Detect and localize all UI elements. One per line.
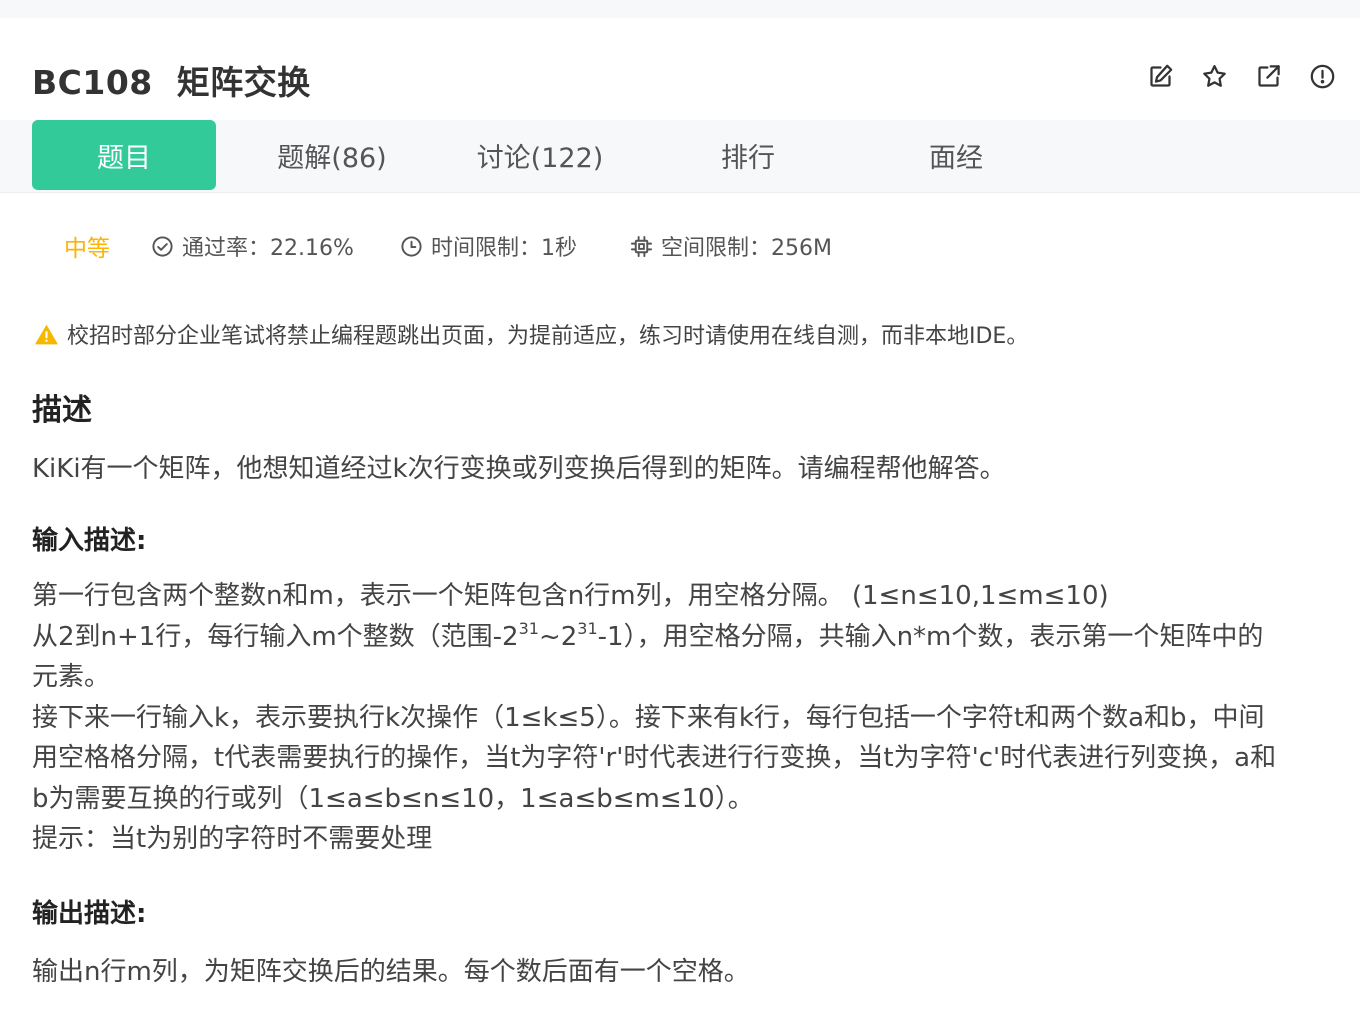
- output-text: 输出n行m列，为矩阵交换后的结果。每个数后面有一个空格。: [32, 957, 750, 987]
- input-line-2-part-a: 从2到n+1行，每行输入m个整数（范围-2: [32, 621, 519, 652]
- input-line-7: 提示：当t为别的字符时不需要处理: [32, 824, 433, 854]
- input-line-2-part-b: ~2: [538, 621, 578, 652]
- tab-bar: 题目 题解(86) 讨论(122) 排行 面经: [0, 120, 1360, 193]
- edit-icon: [1149, 64, 1172, 87]
- description-text: KiKi有一个矩阵，他想知道经过k次行变换或列变换后得到的矩阵。请编程帮他解答。: [32, 454, 1006, 484]
- exam-notice: 校招时部分企业笔试将禁止编程题跳出页面，为提前适应，练习时请使用在线自测，而非本…: [34, 316, 1028, 352]
- alert-circle-icon: [1310, 64, 1334, 88]
- input-line-4: 接下来一行输入k，表示要执行k次操作（1≤k≤5）。接下来有k行，每行包括一个字…: [32, 702, 1265, 733]
- difficulty-badge: 中等: [64, 236, 110, 262]
- check-circle-icon: [152, 235, 173, 257]
- tab-interview[interactable]: 面经: [864, 120, 1048, 190]
- notice-text: 校招时部分企业笔试将禁止编程题跳出页面，为提前适应，练习时请使用在线自测，而非本…: [67, 324, 1029, 349]
- input-description: 第一行包含两个整数n和m，表示一个矩阵包含n行m列，用空格分隔。 (1≤n≤10…: [32, 576, 1352, 860]
- exponent-2: 31: [577, 618, 598, 638]
- clock-icon: [401, 235, 422, 257]
- input-line-1: 第一行包含两个整数n和m，表示一个矩阵包含n行m列，用空格分隔。 (1≤n≤10…: [32, 581, 1109, 611]
- top-strip: [0, 0, 1360, 18]
- tab-solutions[interactable]: 题解(86): [240, 120, 424, 190]
- external-link-icon: [1257, 64, 1280, 87]
- warning-icon: [35, 324, 58, 344]
- favorite-button[interactable]: [1198, 60, 1230, 92]
- time-limit: 时间限制：1秒: [400, 225, 577, 267]
- chip-icon: [630, 235, 653, 257]
- report-button[interactable]: [1306, 60, 1338, 92]
- tab-discussion[interactable]: 讨论(122): [448, 120, 632, 190]
- description-heading: 描述: [32, 393, 92, 428]
- problem-header: BC108 矩阵交换: [0, 18, 1360, 120]
- memory-limit: 空间限制：256M: [630, 225, 832, 267]
- pass-rate: 通过率：22.16%: [151, 225, 354, 267]
- pass-rate-text: 通过率：22.16%: [182, 236, 354, 261]
- exponent-1: 31: [518, 618, 539, 638]
- input-line-2-part-c: -1），用空格分隔，共输入n*m个数，表示第一个矩阵中的: [597, 621, 1264, 652]
- output-heading: 输出描述:: [32, 899, 147, 929]
- header-actions: [1144, 60, 1338, 92]
- input-line-5: 用空格格分隔，t代表需要执行的操作，当t为字符'r'时代表进行行变换，当t为字符…: [32, 743, 1277, 773]
- memory-limit-text: 空间限制：256M: [661, 236, 832, 261]
- page-title: BC108 矩阵交换: [32, 63, 311, 102]
- input-heading: 输入描述:: [32, 526, 147, 556]
- input-line-6: b为需要互换的行或列（1≤a≤b≤n≤10，1≤a≤b≤m≤10）。: [32, 783, 754, 814]
- time-limit-text: 时间限制：1秒: [431, 236, 577, 261]
- problem-meta: 中等 通过率：22.16% 时间限制：1秒 空间限制：256M: [0, 225, 1360, 267]
- edit-button[interactable]: [1144, 60, 1176, 92]
- tab-ranking[interactable]: 排行: [656, 120, 840, 190]
- star-icon: [1202, 64, 1226, 87]
- share-button[interactable]: [1252, 60, 1284, 92]
- input-line-2: 从2到n+1行，每行输入m个整数（范围-231~231-1），用空格分隔，共输入…: [32, 617, 1352, 658]
- tab-problem[interactable]: 题目: [32, 120, 216, 190]
- input-line-3: 元素。: [32, 662, 111, 692]
